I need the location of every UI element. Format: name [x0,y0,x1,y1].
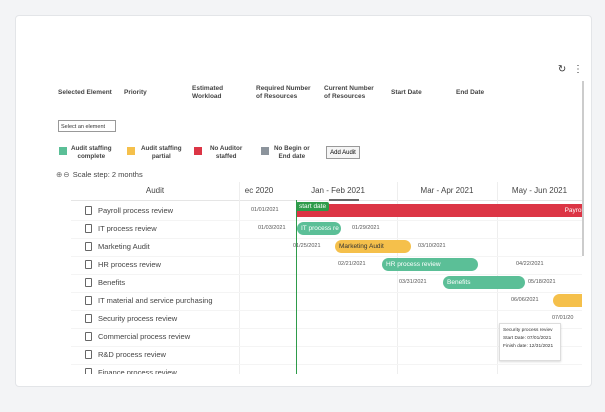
row-label: Security process review [98,314,178,323]
gantt-chart: Audit ec 2020 Jan - Feb 2021 Mar - Apr 2… [71,182,582,374]
document-icon [85,331,92,341]
bar-start-date: 01/25/2021 [293,243,321,249]
bar-start-date: 07/01/20 [552,315,574,321]
header-selected-element: Selected Element [58,89,112,96]
document-icon [85,223,92,233]
bar-end-date: 03/10/2021 [418,243,446,249]
bar-tooltip: Security process reviev Start Date: 07/0… [499,323,561,361]
table-row[interactable]: R&D process review [71,346,239,364]
legend-nodate: No Begin or End date [274,145,310,160]
table-row[interactable]: Security process review [71,310,239,328]
scale-control: ⊕⊖ Scale step: 2 months [56,170,143,179]
gantt-bar[interactable]: HR process review [382,258,478,271]
bar-start-date: 06/06/2021 [511,297,539,303]
bar-end-date: 01/29/2021 [352,225,380,231]
header-start-date: Start Date [391,89,422,96]
bar-start-date: 02/21/2021 [338,261,366,267]
document-icon [85,259,92,269]
period-header-2: Mar - Apr 2021 [397,182,497,201]
timeline-scroll-indicator[interactable] [329,199,359,201]
document-icon [85,313,92,323]
document-icon [85,205,92,215]
row-label: IT material and service purchasing [98,296,213,305]
kebab-icon[interactable]: ⋮ [573,64,583,75]
tooltip-title: Security process reviev [503,328,553,333]
tooltip-start: Start Date: 07/01/2021 [503,336,552,341]
zoom-out-icon[interactable]: ⊖ [63,170,69,179]
tooltip-finish: Finish date: 12/31/2021 [503,344,554,349]
header-required-resources: Required Number of Resources [256,85,311,100]
card-toolbar: ↻ ⋮ [554,64,583,75]
table-row[interactable]: Marketing Audit [71,238,239,256]
row-label: Payroll process review [98,206,174,215]
bar-end-date: 05/18/2021 [528,279,556,285]
table-row[interactable]: Benefits [71,274,239,292]
today-label: start date [296,202,330,211]
document-icon [85,349,92,359]
legend-none: No Auditor staffed [210,145,243,160]
audit-column-header: Audit [71,182,239,201]
bar-start-date: 01/03/2021 [258,225,286,231]
table-row[interactable]: Finance process review [71,364,239,374]
gantt-bar[interactable] [553,294,582,307]
table-row[interactable]: HR process review [71,256,239,274]
table-row[interactable]: Payroll process review [71,202,239,220]
document-icon [85,241,92,251]
header-end-date: End Date [456,89,485,96]
document-icon [85,277,92,287]
row-label: HR process review [98,260,161,269]
document-icon [85,295,92,305]
bar-start-date: 03/31/2021 [399,279,427,285]
row-label: Commercial process review [98,332,191,341]
bar-start-date: 01/01/2021 [251,207,279,213]
period-header-3: May - Jun 2021 [497,182,582,201]
audit-planner-card: ↻ ⋮ Selected Element Priority Estimated … [15,15,592,387]
gantt-bar[interactable]: Payrol [297,204,582,217]
bar-end-date: 04/22/2021 [516,261,544,267]
gantt-bar[interactable]: Benefits [443,276,525,289]
gantt-bar[interactable]: IT process re [297,222,341,235]
header-priority: Priority [124,89,147,96]
legend-swatch-complete [59,147,67,155]
row-label: Benefits [98,278,126,287]
legend-complete: Audit staffing complete [71,145,112,160]
table-row[interactable]: IT material and service purchasing [71,292,239,310]
today-line [296,200,297,374]
refresh-icon[interactable]: ↻ [558,64,566,75]
header-current-resources: Current Number of Resources [324,85,374,100]
table-row[interactable]: Commercial process review [71,328,239,346]
element-select[interactable]: Select an element [58,120,116,132]
legend-swatch-none [194,147,202,155]
header-estimated-workload: Estimated Workload [192,85,224,100]
add-audit-button[interactable]: Add Audit [326,146,360,159]
row-label: Marketing Audit [98,242,150,251]
row-label: Finance process review [98,368,177,374]
gantt-bar[interactable]: Marketing Audit [335,240,411,253]
period-header-0: ec 2020 [239,182,279,201]
scale-label: Scale step: 2 months [72,170,143,179]
legend-swatch-partial [127,147,135,155]
legend-partial: Audit staffing partial [141,145,182,160]
zoom-in-icon[interactable]: ⊕ [56,170,62,179]
row-label: R&D process review [98,350,166,359]
row-label: IT process review [98,224,157,233]
vertical-scrollbar[interactable] [582,81,584,256]
legend-swatch-nodate [261,147,269,155]
document-icon [85,367,92,374]
table-row[interactable]: IT process review [71,220,239,238]
